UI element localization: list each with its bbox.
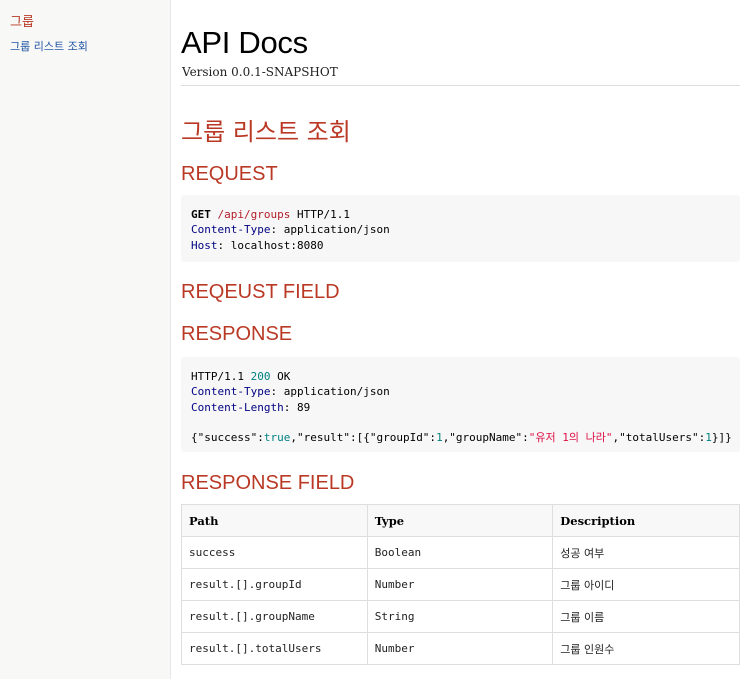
field-path: result.[].totalUsers <box>182 633 368 665</box>
request-header-line: Content-Type: application/json <box>191 222 730 237</box>
request-code-block: GET /api/groups HTTP/1.1 Content-Type: a… <box>181 195 740 262</box>
column-header-path: Path <box>182 505 368 537</box>
response-field-heading: RESPONSE FIELD <box>181 472 354 495</box>
json-token: "유저 1의 나라" <box>529 431 613 444</box>
field-type: String <box>367 601 553 633</box>
request-heading: REQUEST <box>181 163 278 186</box>
section-title: 그룹 리스트 조회 <box>181 112 351 147</box>
field-type: Number <box>367 633 553 665</box>
json-token: }]} <box>712 431 732 444</box>
request-field-heading: REQEUST FIELD <box>181 281 340 304</box>
version-label: Version 0.0.1-SNAPSHOT <box>182 65 338 79</box>
field-path: success <box>182 537 368 569</box>
table-header-row: Path Type Description <box>182 505 740 537</box>
header-divider <box>181 85 740 86</box>
json-token: ,"result":[{"groupId": <box>290 431 436 444</box>
response-code-block: HTTP/1.1 200 OK Content-Type: applicatio… <box>181 357 740 452</box>
field-description: 성공 여부 <box>553 537 740 569</box>
field-description: 그룹 아이디 <box>553 569 740 601</box>
response-header-line: Content-Type: application/json <box>191 384 730 399</box>
toc-title: 그룹 <box>10 11 34 30</box>
field-path: result.[].groupId <box>182 569 368 601</box>
toc-link-group-list[interactable]: 그룹 리스트 조회 <box>10 38 88 54</box>
field-path: result.[].groupName <box>182 601 368 633</box>
status-line: HTTP/1.1 200 OK <box>191 369 730 384</box>
request-line: GET /api/groups HTTP/1.1 <box>191 207 730 222</box>
column-header-type: Type <box>367 505 553 537</box>
field-description: 그룹 인원수 <box>553 633 740 665</box>
json-token: 1 <box>436 431 443 444</box>
field-type: Boolean <box>367 537 553 569</box>
request-header-line: Host: localhost:8080 <box>191 238 730 253</box>
json-token: ,"totalUsers": <box>613 431 706 444</box>
table-row: result.[].totalUsers Number 그룹 인원수 <box>182 633 740 665</box>
response-body-json: {"success":true,"result":[{"groupId":1,"… <box>191 430 730 445</box>
field-type: Number <box>367 569 553 601</box>
response-header-line: Content-Length: 89 <box>191 400 730 415</box>
column-header-description: Description <box>553 505 740 537</box>
json-token: true <box>264 431 291 444</box>
page-title: API Docs <box>181 25 308 61</box>
json-token: {"success": <box>191 431 264 444</box>
response-field-table: Path Type Description success Boolean 성공… <box>181 504 740 665</box>
table-row: success Boolean 성공 여부 <box>182 537 740 569</box>
table-row: result.[].groupId Number 그룹 아이디 <box>182 569 740 601</box>
table-row: result.[].groupName String 그룹 이름 <box>182 601 740 633</box>
field-description: 그룹 이름 <box>553 601 740 633</box>
response-heading: RESPONSE <box>181 323 292 346</box>
toc-sidebar: 그룹 그룹 리스트 조회 <box>0 0 171 679</box>
json-token: 1 <box>705 431 712 444</box>
json-token: ,"groupName": <box>443 431 529 444</box>
